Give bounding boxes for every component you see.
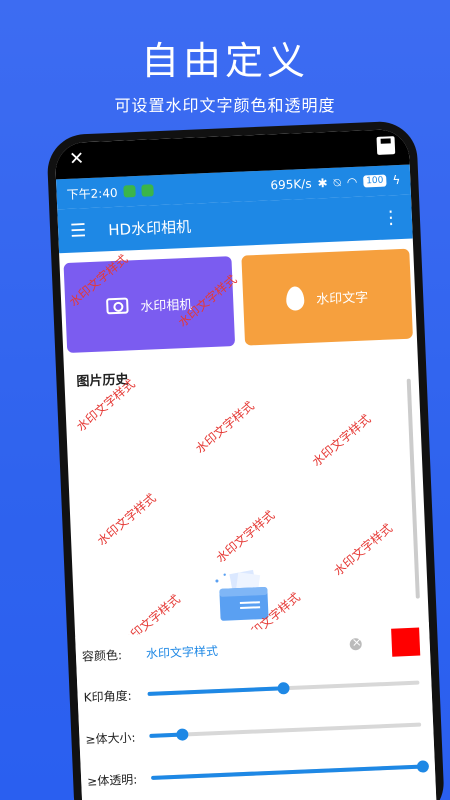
size-row: ≥体大小:: [79, 712, 434, 751]
watermark-text: 水印文字样式: [309, 411, 374, 470]
size-slider[interactable]: [149, 722, 422, 741]
opacity-slider-thumb[interactable]: [416, 760, 430, 773]
promo-title: 自由定义: [140, 39, 309, 83]
size-slider-thumb[interactable]: [175, 728, 189, 741]
bluetooth-icon: ✱: [317, 176, 328, 191]
close-icon[interactable]: ✕: [69, 148, 85, 170]
opacity-row: ≥体透明:: [81, 754, 436, 793]
angle-slider-thumb[interactable]: [277, 682, 290, 695]
wifi-icon: ◠: [346, 174, 358, 190]
watermark-text: 水印文字样式: [213, 507, 278, 566]
settings-panel: 容颜色: 水印文字样式 K印角度: ≥体大小: ≥体透明: [75, 622, 438, 800]
angle-row: K印角度:: [77, 670, 432, 709]
status-time: 下午2:40: [66, 185, 118, 202]
phone-screen: ✕ 下午2:40 695K/s ✱ ⍉ ◠ 100 ϟ ☰ HD水印相机 ⋮ 水…: [54, 128, 438, 800]
promo-subtitle: 可设置水印文字颜色和透明度: [114, 96, 336, 115]
color-swatch[interactable]: [391, 627, 421, 657]
watermark-text-card[interactable]: 水印文字: [241, 248, 413, 346]
save-icon[interactable]: [376, 136, 396, 155]
mute-icon: ⍉: [333, 174, 342, 190]
opacity-slider-fill: [151, 764, 423, 780]
opacity-slider[interactable]: [151, 760, 430, 780]
network-speed: 695K/s: [270, 176, 312, 193]
app-notification-icon: [123, 185, 136, 198]
camera-icon: [106, 297, 129, 315]
angle-slider[interactable]: [147, 680, 420, 696]
app-notification-icon: [141, 184, 154, 197]
menu-icon[interactable]: ☰: [70, 220, 87, 242]
app-title: HD水印相机: [107, 217, 192, 239]
watermark-text: 水印文字样式: [94, 490, 159, 549]
opacity-label: ≥体透明:: [86, 772, 138, 789]
size-label: ≥体大小:: [85, 730, 136, 747]
phone-frame: ✕ 下午2:40 695K/s ✱ ⍉ ◠ 100 ϟ ☰ HD水印相机 ⋮ 水…: [46, 120, 446, 800]
watermark-text: 水印文字样式: [331, 521, 396, 579]
scrollbar[interactable]: [406, 378, 420, 599]
watermark-text-label: 水印文字: [315, 289, 369, 308]
battery-indicator: 100: [362, 174, 387, 188]
clear-icon[interactable]: [349, 637, 362, 651]
more-options-icon[interactable]: ⋮: [381, 207, 400, 229]
drop-icon: [285, 286, 305, 311]
charging-icon: ϟ: [392, 172, 401, 188]
watermark-text-input[interactable]: 水印文字样式: [146, 636, 351, 662]
content-color-label: 容颜色:: [81, 647, 123, 664]
angle-label: K印角度:: [83, 688, 132, 705]
watermark-text: 水印文字样式: [192, 398, 257, 457]
angle-slider-fill: [147, 686, 284, 696]
